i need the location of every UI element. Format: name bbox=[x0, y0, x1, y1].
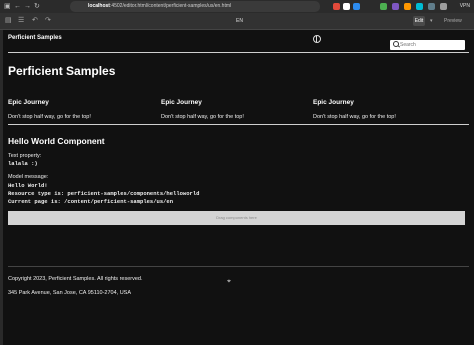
hello-world-title: Hello World Component bbox=[8, 136, 105, 146]
properties-icon[interactable]: ☰ bbox=[18, 13, 24, 29]
model-message-line: Current page is: /content/perficient-sam… bbox=[8, 198, 174, 205]
extension-icon[interactable] bbox=[404, 3, 411, 10]
chevron-down-icon[interactable]: ▾ bbox=[430, 13, 433, 29]
model-message-line: Hello World! bbox=[8, 182, 48, 189]
extension-icon[interactable] bbox=[333, 3, 340, 10]
teaser-title: Epic Journey bbox=[8, 99, 49, 106]
teaser-card: Epic Journey Don't stop half way, go for… bbox=[8, 99, 148, 120]
reload-icon[interactable]: ↻ bbox=[34, 0, 40, 13]
extension-icon[interactable] bbox=[343, 3, 350, 10]
footer-copyright: Copyright 2023, Perficient Samples. All … bbox=[8, 276, 143, 282]
extension-icon[interactable] bbox=[428, 3, 435, 10]
header-divider bbox=[8, 52, 469, 53]
teaser-text: Don't stop half way, go for the top! bbox=[161, 114, 244, 120]
page-canvas: Perficient Samples Perficient Samples Ep… bbox=[3, 30, 474, 345]
search-input[interactable] bbox=[400, 40, 460, 50]
teaser-text: Don't stop half way, go for the top! bbox=[8, 114, 91, 120]
brand-logo[interactable]: Perficient Samples bbox=[8, 35, 62, 41]
preview-button[interactable]: Preview bbox=[444, 13, 462, 29]
extension-icon[interactable] bbox=[440, 3, 447, 10]
footer-divider bbox=[8, 266, 469, 267]
search-icon bbox=[393, 41, 399, 47]
page-title: Perficient Samples bbox=[8, 64, 116, 78]
redo-icon[interactable]: ↷ bbox=[45, 13, 51, 29]
side-panel-icon[interactable]: ▤ bbox=[5, 13, 12, 29]
address-bar-url: localhost:4502/editor.html/content/perfi… bbox=[88, 3, 232, 9]
globe-icon[interactable] bbox=[313, 35, 321, 43]
search-box[interactable] bbox=[390, 40, 465, 50]
model-message-line: Resource type is: perficient-samples/com… bbox=[8, 190, 200, 197]
edit-mode-button[interactable]: Edit bbox=[413, 16, 425, 26]
text-property-value: lalala :) bbox=[8, 160, 38, 167]
language-label: EN bbox=[236, 18, 243, 24]
teaser-card: Epic Journey Don't stop half way, go for… bbox=[313, 99, 453, 120]
extension-icon[interactable] bbox=[416, 3, 423, 10]
footer-address: 345 Park Avenue, San Jose, CA 95110-2704… bbox=[8, 290, 132, 296]
section-divider bbox=[8, 124, 469, 125]
mouse-cursor-icon: ⌖ bbox=[227, 278, 231, 285]
teaser-title: Epic Journey bbox=[313, 99, 354, 106]
back-icon[interactable]: ← bbox=[14, 0, 21, 13]
drop-zone-placeholder[interactable]: Drag components here bbox=[8, 211, 465, 225]
sidebar-toggle-icon[interactable]: ▣ bbox=[4, 0, 11, 13]
teaser-title: Epic Journey bbox=[161, 99, 202, 106]
editor-toolbar: ▤ ☰ ↶ ↷ EN Edit ▾ Preview bbox=[0, 13, 474, 30]
extension-icon[interactable] bbox=[353, 3, 360, 10]
model-message-label: Model message: bbox=[8, 174, 49, 180]
browser-toolbar: ▣ ← → ↻ localhost:4502/editor.html/conte… bbox=[0, 0, 474, 13]
vpn-badge[interactable]: VPN bbox=[460, 3, 470, 9]
text-property-label: Text property: bbox=[8, 153, 42, 159]
extension-icon[interactable] bbox=[380, 3, 387, 10]
extension-icon[interactable] bbox=[392, 3, 399, 10]
teaser-card: Epic Journey Don't stop half way, go for… bbox=[161, 99, 301, 120]
undo-icon[interactable]: ↶ bbox=[32, 13, 38, 29]
teaser-text: Don't stop half way, go for the top! bbox=[313, 114, 396, 120]
forward-icon[interactable]: → bbox=[24, 0, 31, 13]
